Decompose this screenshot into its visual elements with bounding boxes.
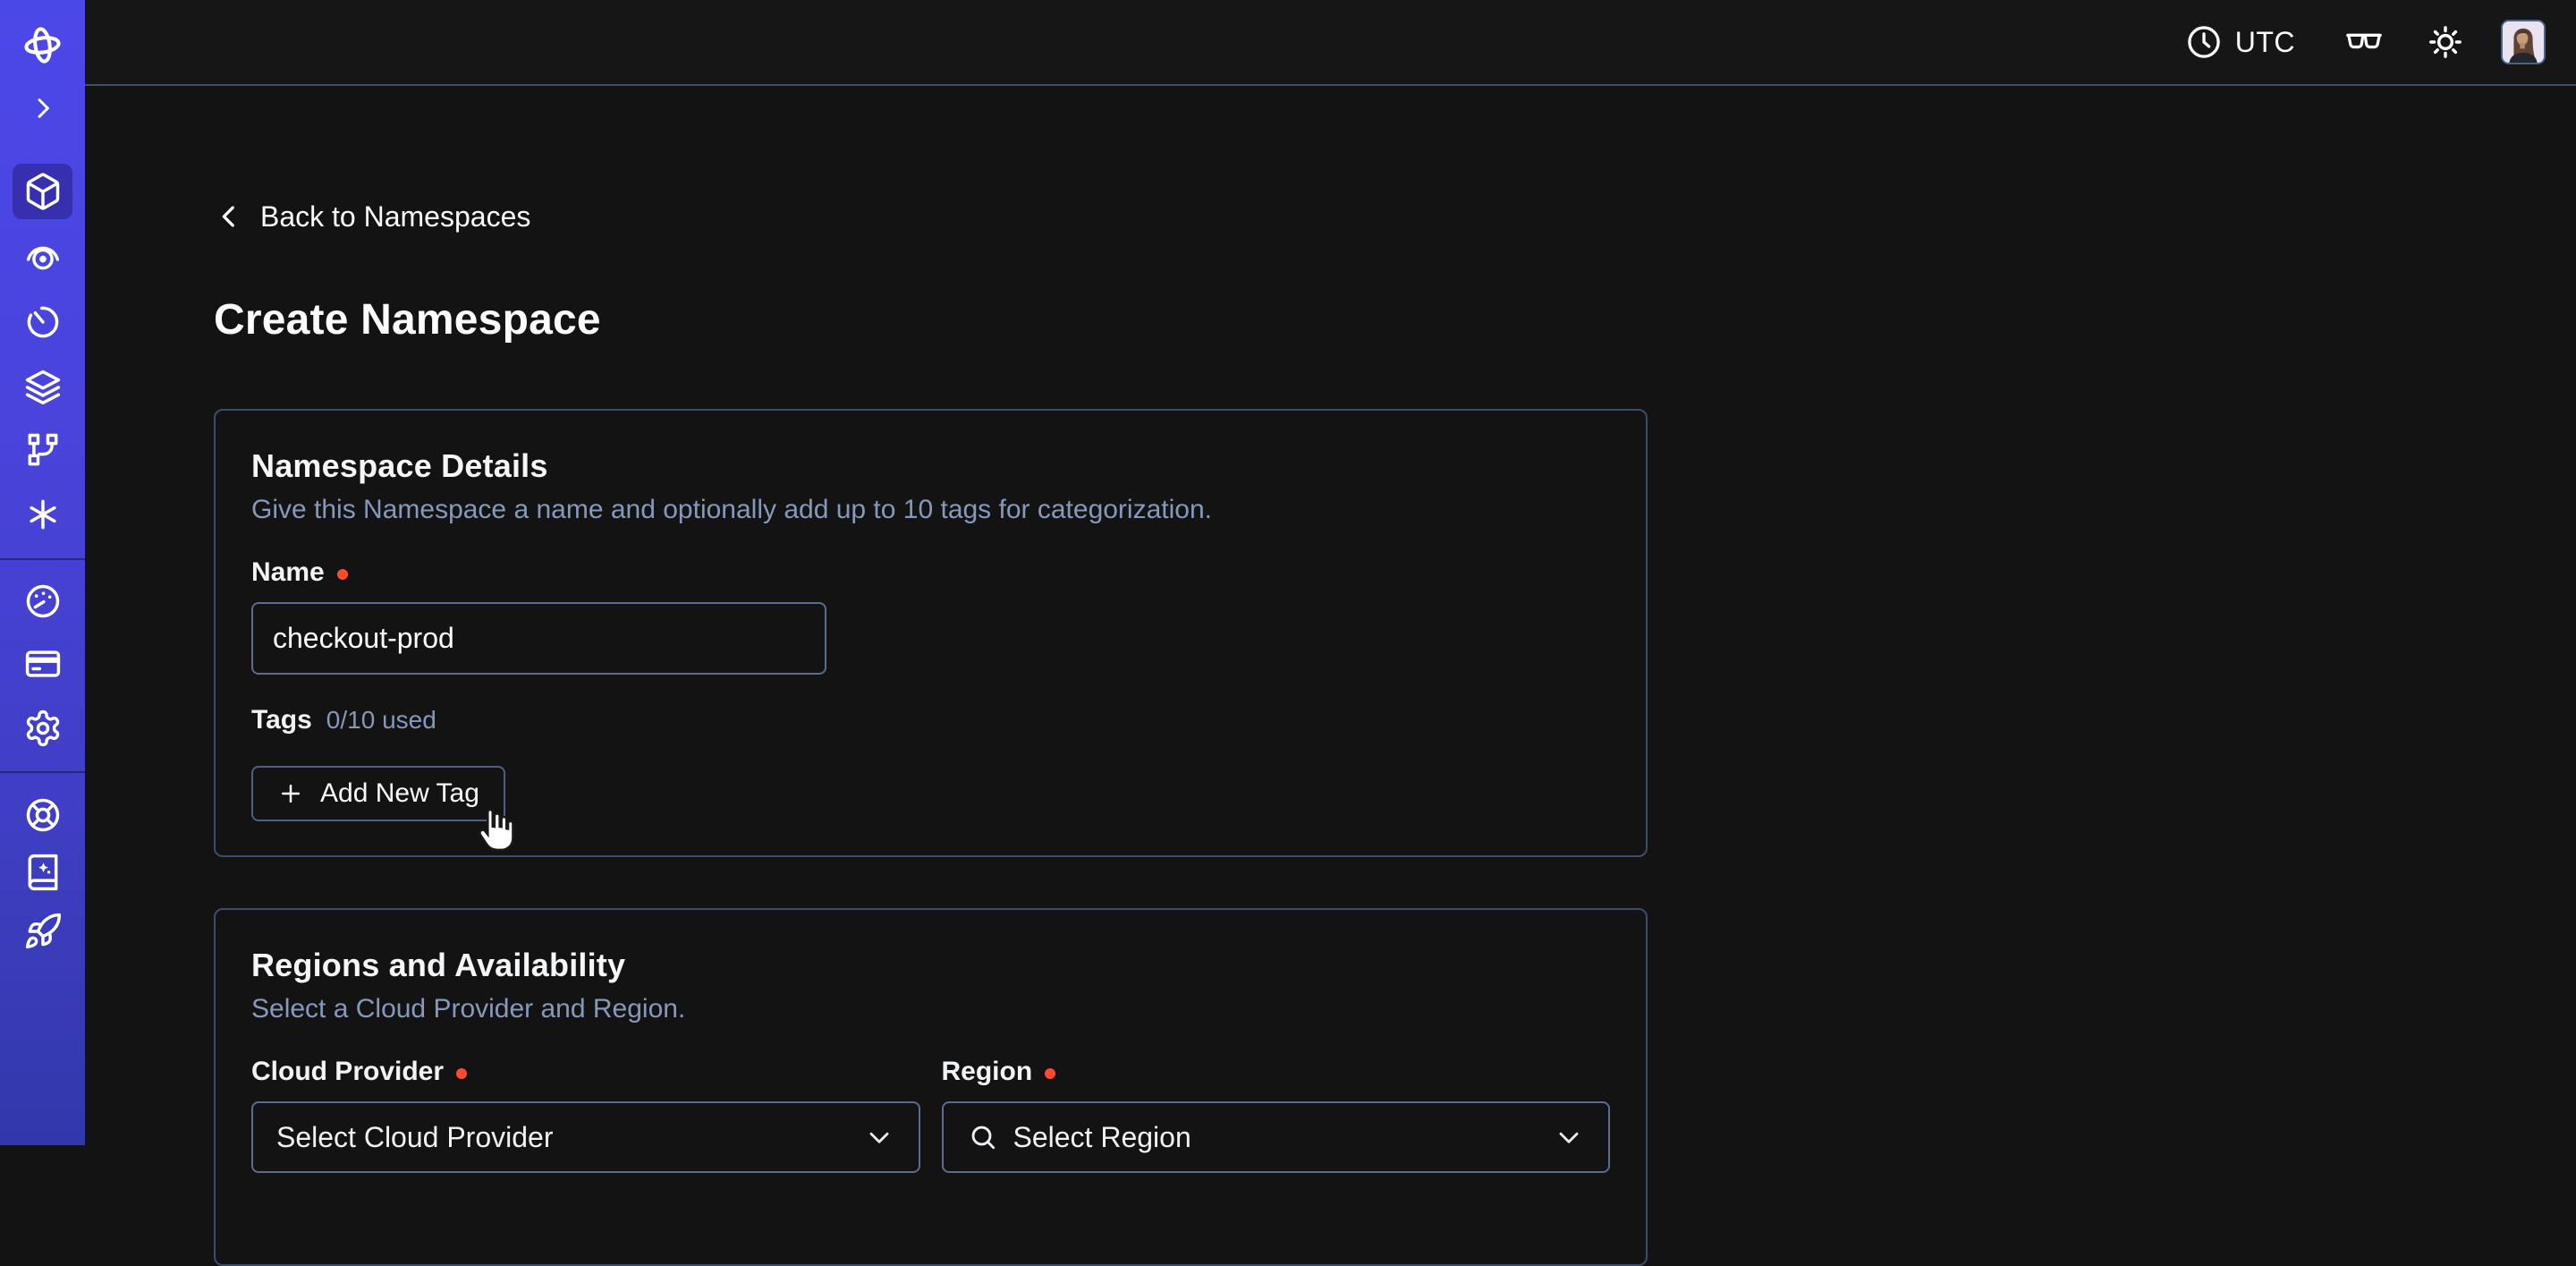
sidebar: [0, 0, 85, 1145]
cube-icon: [23, 172, 63, 211]
tags-counter: 0/10 used: [326, 706, 436, 735]
timezone-selector[interactable]: UTC: [2185, 23, 2295, 61]
region-select[interactable]: Select Region: [942, 1101, 1611, 1173]
sidebar-logo[interactable]: [0, 16, 85, 73]
timezone-label: UTC: [2235, 26, 2295, 59]
details-card-description: Give this Namespace a name and optionall…: [251, 493, 1610, 527]
required-dot: [337, 569, 348, 580]
regions-card-heading: Regions and Availability: [251, 946, 1610, 985]
sidebar-item-timer[interactable]: [0, 293, 85, 351]
tags-row: Tags 0/10 used: [251, 703, 1610, 737]
spiral-eye-icon: [23, 237, 63, 276]
sun-icon: [2426, 22, 2465, 62]
chevron-down-icon: [863, 1121, 895, 1153]
avatar-photo: [2503, 21, 2544, 63]
plus-icon: [277, 780, 304, 807]
search-icon: [967, 1121, 999, 1153]
name-label-text: Name: [251, 556, 325, 590]
temporal-logo-icon: [21, 24, 64, 66]
cloud-provider-label: Cloud Provider: [251, 1055, 920, 1089]
book-sparkle-icon: [23, 853, 63, 892]
sidebar-item-namespaces[interactable]: [0, 163, 85, 220]
provider-region-grid: Cloud Provider Select Cloud Provider Reg…: [251, 1026, 1610, 1173]
regions-card-description: Select a Cloud Provider and Region.: [251, 992, 1610, 1026]
name-field-label: Name: [251, 556, 1610, 590]
asterisk-icon: [23, 495, 63, 534]
sidebar-item-billing[interactable]: [0, 635, 85, 692]
region-field: Region Select Region: [942, 1026, 1611, 1173]
namespace-details-card: Namespace Details Give this Namespace a …: [214, 409, 1648, 857]
sidebar-item-usage[interactable]: [0, 573, 85, 630]
credit-card-icon: [23, 644, 63, 684]
sidebar-item-branch[interactable]: [0, 421, 85, 479]
add-new-tag-button[interactable]: Add New Tag: [251, 766, 505, 821]
tags-label: Tags: [251, 703, 312, 737]
labs-toggle-button[interactable]: [2343, 21, 2385, 63]
life-ring-icon: [23, 795, 63, 835]
sidebar-item-settings[interactable]: [0, 700, 85, 757]
region-placeholder: Select Region: [1013, 1121, 1191, 1154]
page-title: Create Namespace: [214, 294, 2576, 346]
sidebar-item-getting-started[interactable]: [0, 903, 85, 960]
rocket-icon: [23, 912, 63, 951]
timer-icon: [23, 302, 63, 342]
chevron-left-icon: [214, 201, 244, 232]
chevron-right-icon: [29, 94, 57, 123]
namespace-name-input[interactable]: [251, 602, 826, 675]
sidebar-item-support[interactable]: [0, 786, 85, 844]
cloud-provider-placeholder: Select Cloud Provider: [276, 1121, 553, 1154]
theme-toggle-button[interactable]: [2426, 22, 2465, 62]
sidebar-item-layers[interactable]: [0, 358, 85, 415]
details-card-heading: Namespace Details: [251, 446, 1610, 486]
add-tag-label: Add New Tag: [320, 778, 479, 809]
gauge-icon: [23, 582, 63, 621]
sidebar-divider: [0, 558, 85, 560]
branch-icon: [23, 430, 63, 470]
sidebar-divider: [0, 771, 85, 773]
region-label-text: Region: [942, 1055, 1033, 1089]
cloud-provider-label-text: Cloud Provider: [251, 1055, 444, 1089]
required-dot: [456, 1068, 467, 1079]
clock-icon: [2185, 23, 2223, 61]
main-content: Back to Namespaces Create Namespace Name…: [85, 88, 2576, 1145]
layers-icon: [23, 367, 63, 406]
required-dot: [1045, 1068, 1055, 1079]
sidebar-expand-button[interactable]: [0, 80, 85, 137]
regions-card: Regions and Availability Select a Cloud …: [214, 908, 1648, 1266]
sidebar-item-docs[interactable]: [0, 844, 85, 901]
create-namespace-page: { "topbar": { "timezone_label": "UTC", "…: [0, 0, 2576, 1145]
region-label: Region: [942, 1055, 1611, 1089]
sidebar-item-spiral[interactable]: [0, 228, 85, 285]
glasses-icon: [2343, 21, 2385, 63]
cloud-provider-select[interactable]: Select Cloud Provider: [251, 1101, 920, 1173]
back-link-label: Back to Namespaces: [260, 200, 530, 234]
chevron-down-icon: [1553, 1121, 1585, 1153]
back-to-namespaces-link[interactable]: Back to Namespaces: [214, 194, 530, 239]
sidebar-item-asterisk[interactable]: [0, 486, 85, 543]
user-avatar[interactable]: [2501, 20, 2546, 64]
topbar: UTC: [85, 0, 2576, 86]
cloud-provider-field: Cloud Provider Select Cloud Provider: [251, 1026, 920, 1173]
gear-icon: [23, 709, 63, 748]
